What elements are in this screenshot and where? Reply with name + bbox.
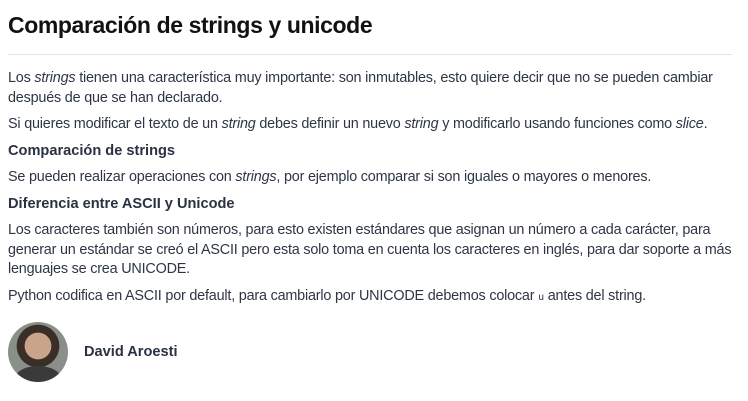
emphasis: slice: [675, 116, 704, 132]
text: Se pueden realizar operaciones con: [8, 169, 236, 185]
avatar[interactable]: [8, 322, 68, 382]
text: y modificarlo usando funciones como: [438, 116, 676, 132]
emphasis: strings: [34, 70, 76, 86]
emphasis: string: [221, 116, 256, 132]
article: Comparación de strings y unicode Los str…: [0, 0, 740, 382]
text: , por ejemplo comparar si son iguales o …: [276, 169, 652, 185]
paragraph-python: Python codifica en ASCII por default, pa…: [8, 287, 732, 308]
paragraph-immutable: Los strings tienen una característica mu…: [8, 69, 732, 108]
text: antes del string.: [543, 287, 646, 304]
emphasis: strings: [235, 169, 277, 185]
text: Si quieres modificar el texto de un: [8, 116, 222, 132]
author-name[interactable]: David Aroesti: [84, 344, 178, 360]
divider: [8, 54, 732, 55]
paragraph-modify: Si quieres modificar el texto de un stri…: [8, 115, 732, 135]
paragraph-comparison: Se pueden realizar operaciones con strin…: [8, 168, 732, 188]
text: tienen una característica muy importante…: [8, 70, 713, 106]
section-heading-comparison: Comparación de strings: [8, 142, 176, 159]
text: .: [703, 116, 708, 132]
paragraph-ascii: Los caracteres también son números, para…: [8, 222, 732, 277]
author: David Aroesti: [8, 322, 732, 382]
text: Python codifica en ASCII por default, pa…: [8, 287, 539, 304]
section-heading-ascii-unicode: Diferencia entre ASCII y Unicode: [8, 195, 235, 212]
text: debes definir un nuevo: [255, 116, 405, 132]
text: Los: [8, 70, 35, 86]
page-title: Comparación de strings y unicode: [8, 12, 373, 38]
emphasis: string: [404, 116, 439, 132]
